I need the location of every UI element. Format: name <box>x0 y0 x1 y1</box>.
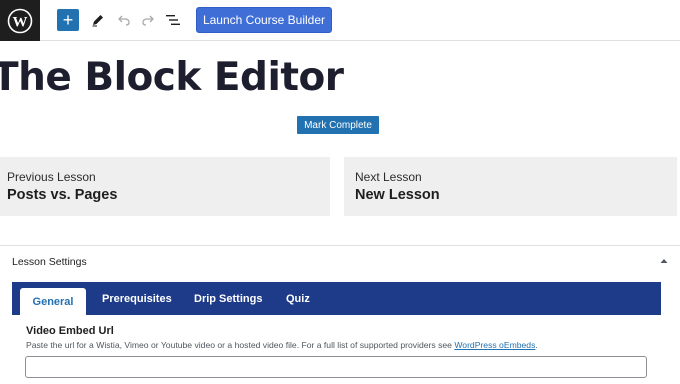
tab-general[interactable]: General <box>20 288 86 315</box>
tab-quiz[interactable]: Quiz <box>286 293 310 305</box>
collapse-caret-icon[interactable] <box>660 257 668 265</box>
help-suffix: . <box>535 340 538 350</box>
lesson-settings-tabs: General Prerequisites Drip Settings Quiz <box>12 282 661 315</box>
undo-icon <box>118 15 130 26</box>
launch-course-builder-button[interactable]: Launch Course Builder <box>196 7 332 33</box>
list-view-icon <box>166 15 180 25</box>
wordpress-logo-icon[interactable]: W <box>0 0 40 41</box>
mark-complete-button[interactable]: Mark Complete <box>297 116 379 134</box>
lesson-settings-panel: Lesson Settings General Prerequisites Dr… <box>0 245 680 384</box>
video-embed-url-help: Paste the url for a Wistia, Vimeo or You… <box>26 340 538 350</box>
next-lesson-caption: Next Lesson <box>355 170 422 184</box>
wordpress-oembeds-link[interactable]: WordPress oEmbeds <box>454 340 535 350</box>
tools-button[interactable] <box>88 10 108 30</box>
previous-lesson-card[interactable]: Previous Lesson Posts vs. Pages <box>0 157 330 216</box>
help-text: Paste the url for a Wistia, Vimeo or You… <box>26 340 455 350</box>
next-lesson-title: New Lesson <box>355 187 440 203</box>
tab-prerequisites[interactable]: Prerequisites <box>102 293 172 305</box>
previous-lesson-caption: Previous Lesson <box>7 170 96 184</box>
add-block-button[interactable]: + <box>57 9 79 31</box>
video-embed-url-label: Video Embed Url <box>26 325 114 337</box>
plus-icon: + <box>62 10 74 30</box>
editor-toolbar: W + Launch Course Builder <box>0 0 680 41</box>
pencil-icon <box>92 15 103 27</box>
redo-button[interactable] <box>138 10 158 30</box>
lesson-settings-header[interactable]: Lesson Settings <box>12 256 87 268</box>
video-embed-url-input[interactable] <box>25 356 647 378</box>
tab-drip-settings[interactable]: Drip Settings <box>194 293 262 305</box>
list-view-button[interactable] <box>163 10 183 30</box>
previous-lesson-title: Posts vs. Pages <box>7 187 118 203</box>
svg-text:W: W <box>13 14 28 30</box>
redo-icon <box>142 15 154 26</box>
undo-button[interactable] <box>114 10 134 30</box>
post-title[interactable]: The Block Editor <box>0 55 344 100</box>
next-lesson-card[interactable]: Next Lesson New Lesson <box>344 157 677 216</box>
